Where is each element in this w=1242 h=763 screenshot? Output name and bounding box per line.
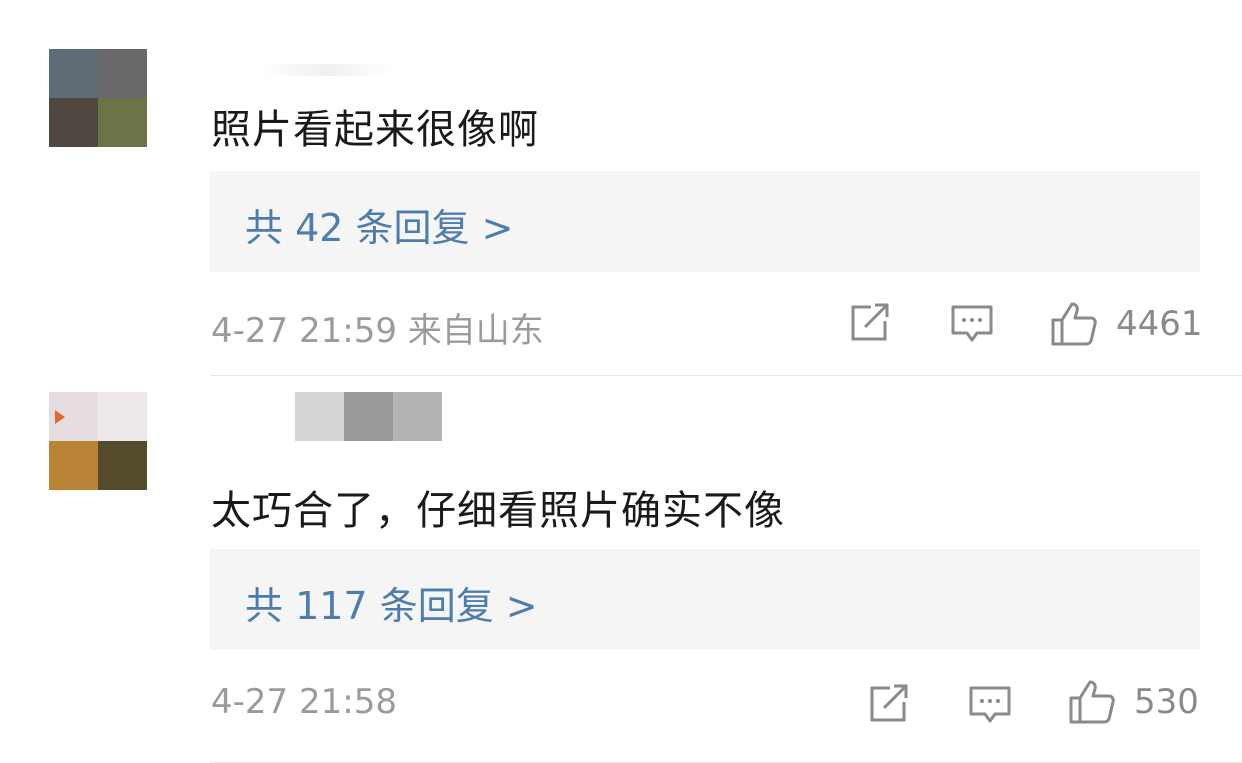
view-replies-link[interactable]: 共 117 条回复 > — [245, 575, 538, 630]
replies-box[interactable]: 共 117 条回复 > — [210, 549, 1200, 650]
comment-text: 太巧合了，仔细看照片确实不像 — [211, 488, 785, 534]
replies-box[interactable]: 共 42 条回复 > — [210, 171, 1200, 272]
share-icon — [870, 684, 908, 722]
reply-button[interactable] — [969, 684, 1011, 726]
username-blurred[interactable] — [295, 392, 442, 441]
share-button[interactable] — [849, 303, 891, 343]
share-button[interactable] — [868, 684, 910, 724]
comment-item: 太巧合了，仔细看照片确实不像 共 117 条回复 > 4-27 21:58 53… — [0, 376, 1242, 763]
comment-item: 照片看起来很像啊 共 42 条回复 > 4-27 21:59 来自山东 4461 — [0, 0, 1242, 376]
share-icon — [851, 303, 889, 341]
thumbs-up-icon — [1051, 302, 1097, 346]
like-count: 530 — [1134, 682, 1199, 722]
thumbs-up-icon — [1069, 680, 1115, 724]
username-blurred[interactable] — [262, 64, 392, 76]
like-button[interactable]: 530 — [1068, 679, 1199, 725]
like-count: 4461 — [1116, 304, 1203, 344]
comment-icon — [951, 305, 993, 342]
like-button[interactable]: 4461 — [1050, 301, 1203, 347]
comment-meta: 4-27 21:58 — [211, 682, 397, 722]
comment-meta: 4-27 21:59 来自山东 — [211, 311, 544, 351]
comment-text: 照片看起来很像啊 — [211, 107, 539, 153]
comment-icon — [969, 686, 1011, 723]
avatar[interactable] — [49, 392, 147, 490]
view-replies-link[interactable]: 共 42 条回复 > — [245, 197, 513, 252]
reply-button[interactable] — [951, 303, 993, 345]
avatar[interactable] — [49, 49, 147, 147]
comment-list: 照片看起来很像啊 共 42 条回复 > 4-27 21:59 来自山东 4461… — [0, 0, 1242, 763]
